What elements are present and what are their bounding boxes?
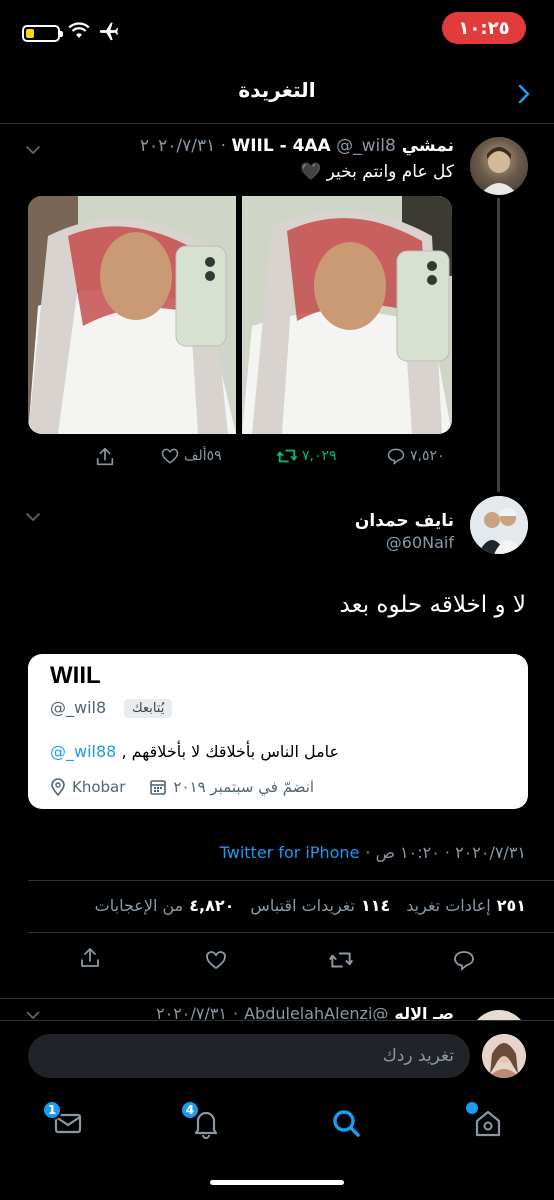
tweet-timestamp: ٢٠٢٠/٧/٣١ · ١٠:٢٠ ص · — [365, 843, 526, 862]
avatar[interactable] — [482, 1034, 526, 1078]
reply-count: ٧,٥٢٠ — [410, 448, 445, 464]
profile-location: Khobar — [72, 778, 126, 796]
retweet-count: ٧,٠٢٩ — [302, 448, 337, 464]
airplane-icon — [99, 22, 119, 41]
home-badge — [466, 1102, 478, 1114]
chevron-right-icon[interactable] — [512, 82, 536, 106]
like-count: ٥٩ألف — [184, 448, 222, 464]
home-indicator — [210, 1180, 344, 1185]
tweet-text: كل عام وانتم بخير 🖤 — [300, 162, 454, 182]
thread-line — [497, 198, 500, 492]
calendar-icon — [150, 780, 167, 795]
quotes-count[interactable]: ١١٤ — [361, 896, 390, 915]
status-time: ١٠:٢٥ — [442, 12, 526, 44]
tweet-meta: Twitter for iPhone ٢٠٢٠/٧/٣١ · ١٠:٢٠ ص · — [220, 843, 526, 862]
profile-meta: Khobar انضمّ في سبتمبر ٢٠١٩ — [50, 778, 314, 796]
profile-bio: @_wil88 عامل الناس بأخلاقك لا بأخلاقهم , — [50, 742, 339, 761]
likes-label[interactable]: من الإعجابات — [95, 896, 184, 915]
profile-joined: انضمّ في سبتمبر ٢٠١٩ — [173, 778, 315, 796]
retweet-icon[interactable] — [328, 948, 354, 972]
bio-text: عامل الناس بأخلاقك لا بأخلاقهم , — [121, 742, 340, 761]
divider — [0, 998, 554, 999]
retweets-count[interactable]: ٢٥١ — [497, 896, 526, 915]
parent-tweet-header: نمشي WIIL - 4AA @_wil8 · ٢٠٢٠/٧/٣١ — [139, 136, 454, 156]
tweet-photo[interactable] — [242, 196, 452, 434]
avatar — [470, 1010, 528, 1020]
likes-count[interactable]: ٤,٨٢٠ — [189, 896, 234, 915]
chevron-down-icon — [26, 1011, 40, 1020]
avatar[interactable] — [470, 496, 528, 554]
author-handle: @60Naif — [385, 533, 454, 552]
notifications-badge: 4 — [180, 1100, 200, 1120]
author-name[interactable]: نايف حمدان — [355, 511, 454, 531]
avatar[interactable] — [470, 137, 528, 195]
author-name: صـ الإله — [394, 1004, 454, 1020]
reply-icon[interactable] — [452, 948, 476, 972]
quoted-profile-card[interactable]: WIIL @_wil8 يُتابعك @_wil88 عامل الناس ب… — [28, 654, 528, 809]
divider — [28, 880, 554, 881]
search-icon[interactable] — [328, 1105, 364, 1141]
reply-input[interactable]: تغريد ردك — [28, 1034, 470, 1078]
author-handle: @_wil8 — [336, 136, 396, 156]
reply-icon — [387, 448, 405, 466]
divider — [28, 932, 554, 933]
retweet-icon — [276, 449, 297, 463]
tweet-source[interactable]: Twitter for iPhone — [220, 843, 360, 862]
share-icon[interactable] — [94, 446, 116, 468]
battery-icon — [22, 25, 63, 42]
profile-name: WIIL — [50, 662, 101, 689]
heart-icon[interactable] — [204, 948, 228, 972]
chevron-down-icon[interactable] — [24, 141, 42, 159]
reply-action[interactable]: ٧,٥٢٠ — [386, 446, 445, 466]
messages-badge: 1 — [42, 1100, 62, 1120]
bio-mention[interactable]: @_wil88 — [50, 742, 116, 761]
quotes-label[interactable]: تغريدات اقتباس — [250, 896, 355, 915]
tweet-stats: ٢٥١ إعادات تغريد ١١٤ تغريدات اقتباس ٤,٨٢… — [95, 896, 526, 915]
header-divider — [0, 123, 554, 124]
like-action[interactable]: ٥٩ألف — [160, 446, 222, 466]
tweet-date: ٢٠٢٠/٧/٣١ — [139, 136, 216, 156]
profile-handle: @_wil8 — [50, 698, 107, 717]
retweets-label[interactable]: إعادات تغريد — [406, 896, 490, 915]
retweet-action[interactable]: ٧,٠٢٩ — [276, 446, 337, 466]
tweet-photo[interactable] — [28, 196, 236, 434]
next-tweet-peek[interactable]: صـ الإله @AbdulelahAlenzi · ٢٠٢٠/٧/٣١ — [0, 1002, 554, 1020]
tweet-date: ٢٠٢٠/٧/٣١ — [156, 1004, 227, 1020]
chevron-down-icon[interactable] — [24, 508, 42, 526]
share-icon[interactable] — [78, 946, 102, 970]
author-handle: @AbdulelahAlenzi — [244, 1004, 389, 1020]
location-icon — [51, 778, 65, 796]
wifi-icon — [68, 22, 90, 38]
follows-you-badge: يُتابعك — [124, 699, 173, 718]
heart-icon — [161, 448, 179, 464]
tweet-text: لا و اخلاقه حلوه بعد — [339, 592, 526, 618]
page-title: التغريدة — [238, 78, 316, 102]
